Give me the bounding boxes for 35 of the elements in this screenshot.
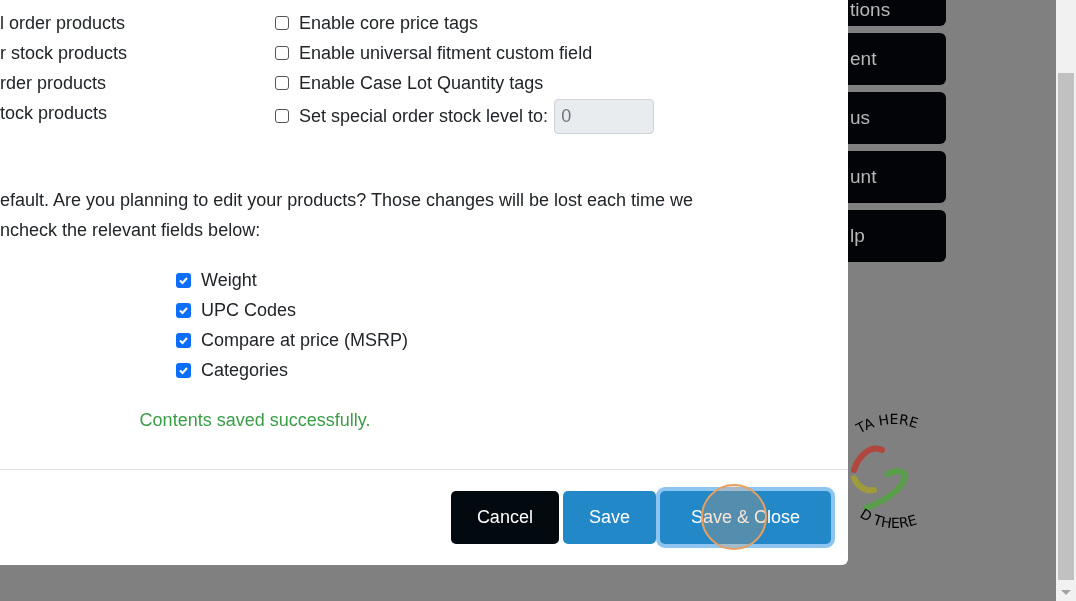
- option-label: Enable universal fitment custom field: [299, 41, 593, 65]
- success-message: Contents saved successfully.: [139, 409, 371, 432]
- nav-button[interactable]: ent: [848, 33, 946, 85]
- notice-text: efault. Are you planning to edit your products? Those changes will be lost each time we: [0, 189, 695, 212]
- scrollbar-thumb[interactable]: [1058, 73, 1074, 580]
- nav-button[interactable]: tions: [848, 0, 946, 26]
- dialog-button[interactable]: Save: [562, 491, 656, 544]
- option-label: Set special order stock level to:: [299, 104, 549, 128]
- field-label: Categories: [201, 358, 289, 382]
- checkbox[interactable]: [275, 109, 289, 123]
- stock-level-field[interactable]: 0: [554, 98, 655, 134]
- checkbox[interactable]: [176, 362, 191, 378]
- option-label: r stock products: [0, 42, 129, 65]
- option-label: tock products: [0, 102, 109, 125]
- checkbox[interactable]: [176, 272, 191, 288]
- logo-text: TA HERE: [853, 411, 921, 437]
- field-label: UPC Codes: [201, 298, 297, 322]
- checkbox[interactable]: [275, 76, 289, 90]
- checkbox[interactable]: [275, 46, 289, 60]
- nav-button[interactable]: us: [848, 92, 946, 144]
- nav-button[interactable]: lp: [848, 210, 946, 262]
- field-label: Compare at price (MSRP): [201, 328, 409, 352]
- checkbox[interactable]: [176, 332, 191, 348]
- checkbox[interactable]: [176, 302, 191, 318]
- logo-drawing: TA HERE D THERE: [850, 410, 950, 540]
- dialog-button[interactable]: Cancel: [450, 491, 559, 544]
- option-label: Enable Case Lot Quantity tags: [299, 71, 544, 95]
- field-label: Weight: [201, 268, 257, 292]
- option-label: Enable core price tags: [299, 11, 479, 35]
- scrollbar[interactable]: [1056, 0, 1076, 601]
- nav-button[interactable]: unt: [848, 151, 946, 203]
- option-label: l order products: [0, 12, 127, 35]
- option-label: rder products: [0, 72, 108, 95]
- notice-text: ncheck the relevant fields below:: [0, 219, 262, 242]
- checkbox[interactable]: [275, 16, 289, 30]
